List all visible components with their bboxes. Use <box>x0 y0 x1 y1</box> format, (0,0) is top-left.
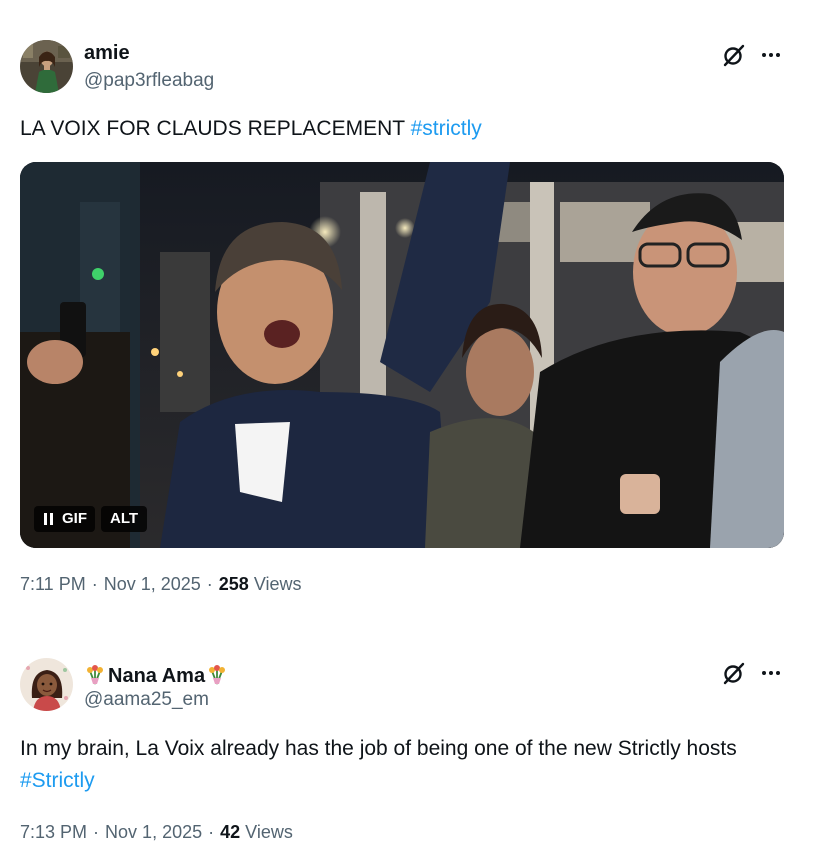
alt-text-badge[interactable]: ALT <box>101 506 148 532</box>
gif-badge[interactable]: GIF <box>34 506 95 532</box>
tweet-nana-ama[interactable]: Nana Ama @aama25_em In my brain, La Voix… <box>0 640 830 862</box>
tulip-bouquet-emoji <box>84 663 106 691</box>
grok-icon[interactable] <box>722 43 746 67</box>
display-name-text: Nana Ama <box>108 665 206 687</box>
tweet-date[interactable]: Nov 1, 2025 <box>104 574 201 594</box>
views-label: Views <box>245 822 293 842</box>
pause-icon[interactable] <box>44 513 54 525</box>
hashtag-link[interactable]: #strictly <box>411 117 482 140</box>
grok-icon[interactable] <box>722 661 746 685</box>
tweet-date[interactable]: Nov 1, 2025 <box>105 822 202 842</box>
tweet-body: In my brain, La Voix already has the job… <box>20 737 737 760</box>
separator: · <box>206 574 213 594</box>
tweet-time[interactable]: 7:13 PM <box>20 822 87 842</box>
tweet-time[interactable]: 7:11 PM <box>20 574 86 594</box>
tulip-bouquet-emoji <box>206 663 228 691</box>
tweet-text: In my brain, La Voix already has the job… <box>20 733 790 797</box>
display-name[interactable]: amie <box>84 42 130 65</box>
views-count: 258 <box>218 574 249 594</box>
hashtag-link[interactable]: #Strictly <box>20 769 95 792</box>
more-options-icon[interactable] <box>758 43 784 67</box>
tweet-amie[interactable]: amie @pap3rfleabag LA VOIX FOR CLAUDS RE… <box>0 0 830 620</box>
views-count: 42 <box>220 822 241 842</box>
gif-controls: GIF ALT <box>34 506 148 532</box>
separator: · <box>208 822 215 842</box>
tweet-body: LA VOIX FOR CLAUDS REPLACEMENT <box>20 117 405 140</box>
views-label: Views <box>253 574 302 594</box>
display-name[interactable]: Nana Ama <box>84 663 228 691</box>
gif-frame-image <box>20 162 784 548</box>
gif-media[interactable]: GIF ALT <box>20 162 784 548</box>
tweet-text: LA VOIX FOR CLAUDS REPLACEMENT #strictly <box>20 113 790 145</box>
user-handle[interactable]: @pap3rfleabag <box>84 70 214 92</box>
tweet-metadata: 7:11 PM · Nov 1, 2025 · 258 Views <box>20 574 302 595</box>
more-options-icon[interactable] <box>758 661 784 685</box>
gif-label: GIF <box>62 510 87 527</box>
avatar-amie[interactable] <box>20 40 73 93</box>
separator: · <box>91 574 98 594</box>
user-handle[interactable]: @aama25_em <box>84 689 209 711</box>
separator: · <box>93 822 100 842</box>
avatar-nana-ama[interactable] <box>20 658 73 711</box>
tweet-metadata: 7:13 PM · Nov 1, 2025 · 42 Views <box>20 822 293 843</box>
